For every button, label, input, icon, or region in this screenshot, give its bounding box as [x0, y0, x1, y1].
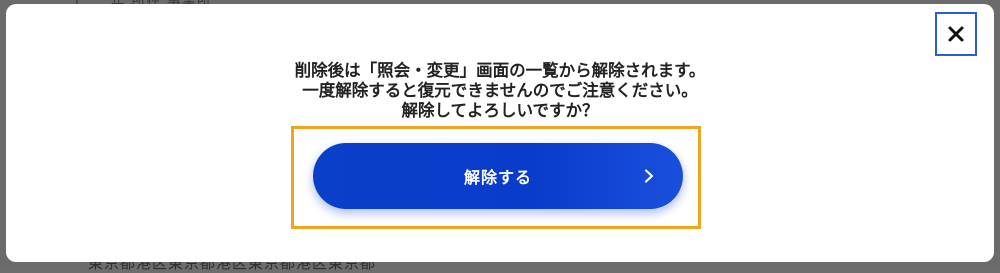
chevron-right-icon [644, 169, 654, 183]
release-button-label: 解除する [463, 168, 532, 187]
close-icon [948, 26, 964, 42]
message-line-3: 解除してよろしいですか？ [401, 101, 599, 120]
release-button[interactable]: 解除する [313, 143, 683, 209]
message-line-2: 一度解除すると復元できませんのでご注意ください。 [302, 81, 698, 100]
message-line-1: 削除後は「照会・変更」画面の一覧から解除されます。 [294, 61, 706, 80]
close-button[interactable] [935, 12, 977, 56]
dialog-message: 削除後は「照会・変更」画面の一覧から解除されます。 一度解除すると復元できません… [0, 61, 1000, 121]
